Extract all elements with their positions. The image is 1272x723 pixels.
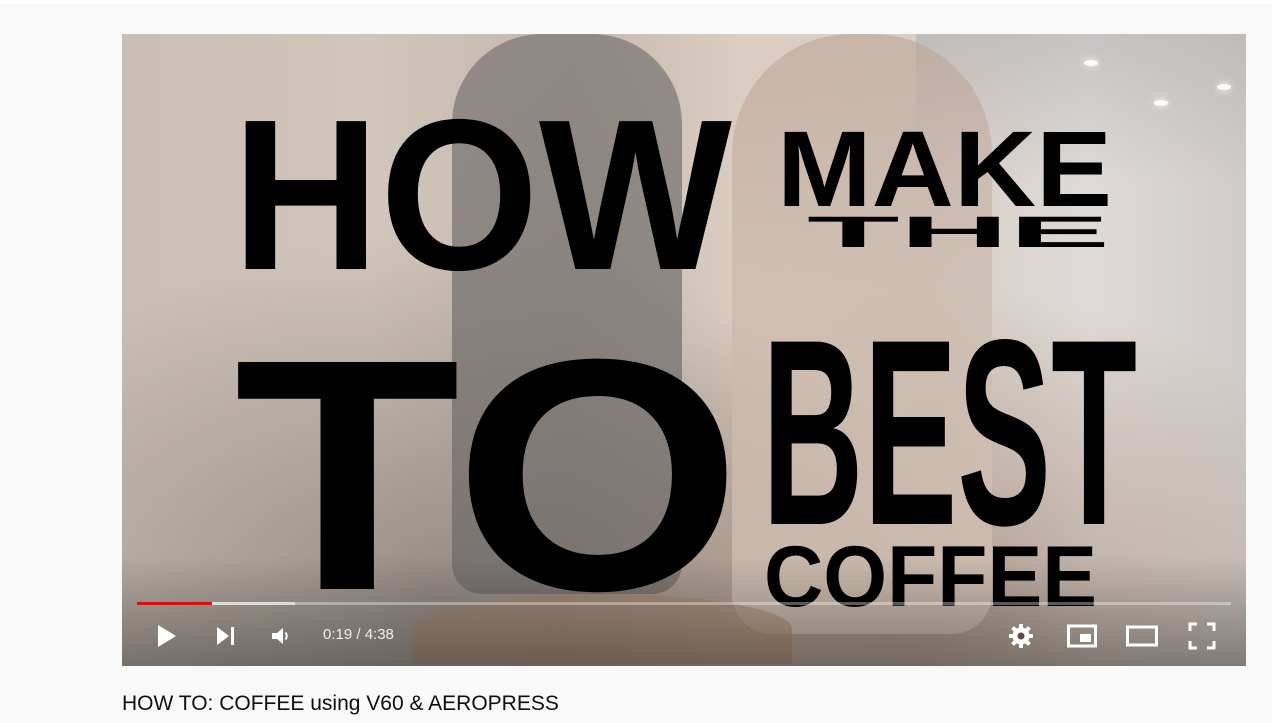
theater-mode-icon xyxy=(1126,625,1158,647)
progress-bar[interactable] xyxy=(137,602,1231,605)
title-word-how: HOW xyxy=(232,74,732,315)
video-player[interactable]: HOW TO MAKE THE BEST COFFEE xyxy=(122,34,1246,666)
miniplayer-icon xyxy=(1067,624,1097,648)
play-icon xyxy=(158,625,176,647)
top-strip xyxy=(0,0,1272,4)
mute-button[interactable] xyxy=(262,614,302,658)
settings-icon xyxy=(1009,624,1033,648)
watch-page: HOW TO MAKE THE BEST COFFEE xyxy=(0,0,1272,723)
theater-mode-button[interactable] xyxy=(1122,614,1162,658)
play-button[interactable] xyxy=(146,614,186,658)
title-word-the: THE xyxy=(807,208,1110,257)
time-display: 0:19 / 4:38 xyxy=(323,626,394,643)
progress-played xyxy=(137,602,213,605)
fullscreen-icon xyxy=(1188,622,1216,650)
miniplayer-button[interactable] xyxy=(1062,614,1102,658)
settings-button[interactable] xyxy=(1001,614,1041,658)
next-button[interactable] xyxy=(206,614,246,658)
fullscreen-button[interactable] xyxy=(1182,614,1222,658)
volume-icon xyxy=(272,628,288,644)
video-title: HOW TO: COFFEE using V60 & AEROPRESS xyxy=(122,692,559,715)
next-icon xyxy=(217,627,234,645)
player-controls: 0:19 / 4:38 xyxy=(122,614,1246,658)
